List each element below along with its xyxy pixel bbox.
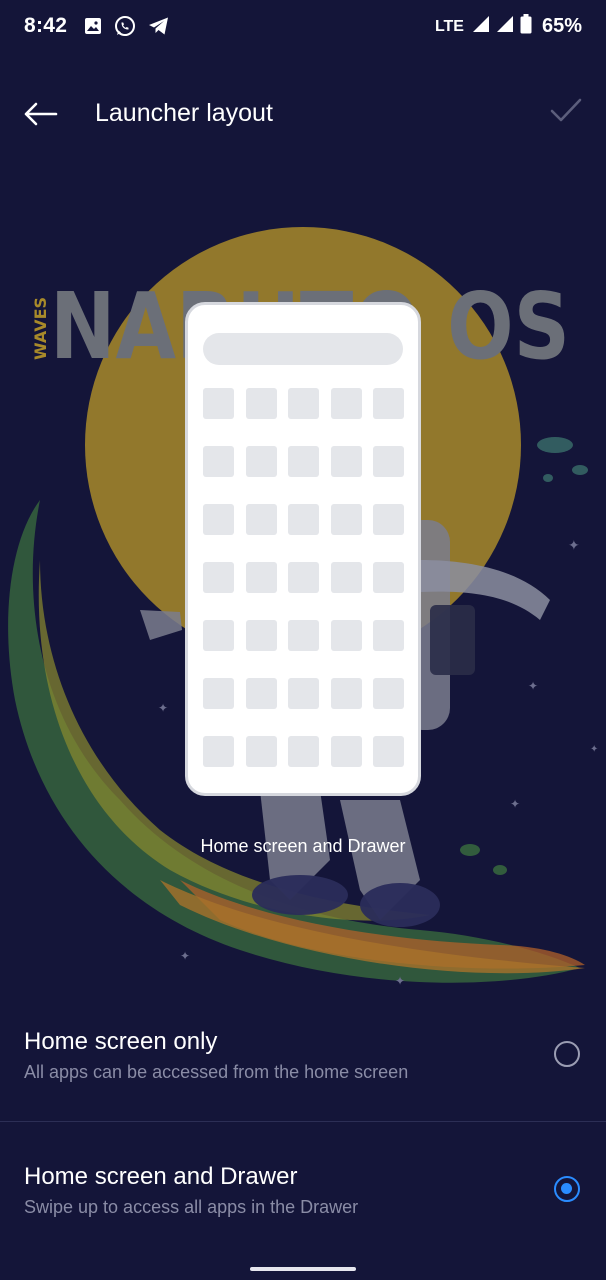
divider <box>0 1121 606 1122</box>
preview-app-icon <box>330 388 362 419</box>
svg-text:✦: ✦ <box>395 974 405 988</box>
status-time: 8:42 <box>24 14 68 37</box>
svg-text:✦: ✦ <box>590 744 598 755</box>
preview-app-icon <box>288 388 319 419</box>
preview-app-icon <box>330 562 362 593</box>
signal-icon <box>472 15 490 38</box>
preview-app-icon <box>203 504 234 535</box>
preview-app-icon <box>245 446 277 477</box>
gesture-nav-handle[interactable] <box>250 1267 356 1271</box>
battery-percent: 65% <box>541 15 582 37</box>
preview-caption: Home screen and Drawer <box>200 836 406 856</box>
preview-app-icon <box>203 678 234 709</box>
option-subtitle: All apps can be accessed from the home s… <box>24 1062 409 1082</box>
preview-app-icon <box>203 620 234 651</box>
preview-app-icon <box>330 678 362 709</box>
preview-app-icon <box>245 736 277 767</box>
preview-app-grid <box>203 388 405 767</box>
preview-app-icon <box>288 620 319 651</box>
preview-app-icon <box>288 446 319 477</box>
network-type: LTE <box>434 17 464 35</box>
preview-app-icon <box>288 562 319 593</box>
option-home-screen-only[interactable]: Home screen only All apps can be accesse… <box>0 1000 606 1120</box>
preview-app-icon <box>373 678 404 709</box>
option-title: Home screen and Drawer <box>24 1163 298 1190</box>
preview-app-icon <box>373 562 404 593</box>
layout-preview-phone <box>185 302 421 796</box>
gallery-icon <box>84 17 102 40</box>
preview-app-icon <box>373 736 404 767</box>
svg-text:✦: ✦ <box>510 797 520 811</box>
preview-app-icon <box>330 620 362 651</box>
telegram-icon <box>148 16 170 41</box>
back-button[interactable] <box>22 94 66 134</box>
svg-text:✦: ✦ <box>158 701 168 715</box>
system-icons: LTE 65% <box>435 14 582 39</box>
preview-app-icon <box>288 678 319 709</box>
preview-app-icon <box>245 388 277 419</box>
battery-icon <box>520 14 532 39</box>
radio-home-screen-only[interactable] <box>554 1041 580 1067</box>
radio-home-screen-and-drawer[interactable] <box>554 1176 580 1202</box>
svg-text:✦: ✦ <box>568 537 580 553</box>
preview-app-icon <box>203 736 234 767</box>
wallpaper-brand-side: WAVES <box>31 297 50 360</box>
option-home-screen-and-drawer[interactable]: Home screen and Drawer Swipe up to acces… <box>0 1135 606 1255</box>
preview-app-icon <box>330 504 362 535</box>
preview-app-icon <box>203 388 234 419</box>
option-title: Home screen only <box>24 1028 218 1055</box>
arrow-left-icon <box>24 102 58 126</box>
preview-app-icon <box>288 736 319 767</box>
preview-app-icon <box>245 678 277 709</box>
preview-app-icon <box>373 388 404 419</box>
preview-app-icon <box>245 562 277 593</box>
app-bar: Launcher layout <box>0 80 606 150</box>
signal-icon <box>496 15 514 38</box>
checkmark-icon <box>550 98 582 122</box>
preview-app-icon <box>373 620 404 651</box>
preview-app-icon <box>330 736 362 767</box>
svg-text:✦: ✦ <box>528 679 538 693</box>
confirm-button[interactable] <box>548 92 588 132</box>
preview-app-icon <box>288 504 319 535</box>
preview-app-icon <box>203 562 234 593</box>
preview-search-bar <box>203 333 403 365</box>
preview-app-icon <box>245 504 277 535</box>
preview-app-icon <box>373 504 404 535</box>
preview-app-icon <box>203 446 234 477</box>
preview-app-icon <box>245 620 277 651</box>
preview-app-icon <box>330 446 362 477</box>
preview-app-icon <box>373 446 404 477</box>
page-title: Launcher layout <box>95 99 273 127</box>
whatsapp-icon <box>114 15 136 42</box>
svg-text:✦: ✦ <box>180 949 190 963</box>
status-bar: 8:42 LTE 65% <box>0 0 606 54</box>
notification-icons <box>84 15 170 42</box>
option-subtitle: Swipe up to access all apps in the Drawe… <box>24 1197 359 1217</box>
